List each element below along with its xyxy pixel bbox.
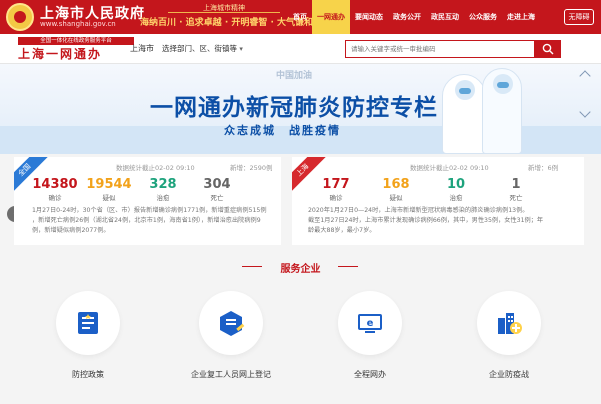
online-service-icon: e — [358, 314, 382, 333]
accessibility-button[interactable]: 无障碍 — [564, 9, 594, 25]
banner-tag: 中国加油 — [276, 71, 313, 81]
national-emblem-icon — [6, 3, 34, 31]
svg-text:e: e — [367, 318, 374, 329]
search-button[interactable] — [535, 40, 561, 58]
medical-worker-illustration — [442, 74, 486, 154]
stats-timestamp: 数据统计截止02-02 09:10 — [410, 164, 489, 172]
detail-line: 例，新增疑似病例2077例。 — [32, 227, 110, 234]
stat-label: 死亡 — [210, 194, 224, 202]
service-label: 企业复工人员网上登记 — [191, 370, 271, 379]
service-label: 全程网办 — [354, 370, 386, 379]
nav-item-home[interactable]: 首页 — [288, 0, 312, 34]
service-card-online[interactable]: e 全程网办 — [305, 291, 435, 380]
stat-confirmed: 14380 确诊 — [28, 177, 82, 203]
stat-value: 14380 — [32, 177, 78, 192]
detail-line: 1月27日0-24时，30个省（区、市）报告新增确诊病例1771例，新增重症病例… — [32, 207, 267, 214]
detail-line: 2020年1月27日0—24时，上海市新增新型冠状病毒感染的肺炎确诊病例13例。 — [308, 207, 529, 214]
service-label: 企业防疫战 — [489, 370, 529, 379]
service-card-policy[interactable]: 防控政策 — [23, 291, 153, 380]
stat-value: 19544 — [86, 177, 132, 192]
stat-cured: 328 治愈 — [136, 177, 190, 203]
nav-item-one-network[interactable]: 一网通办 — [312, 0, 350, 34]
stat-deaths: 304 死亡 — [190, 177, 244, 203]
shanghai-detail-text: 2020年1月27日0—24时，上海市新增新型冠状病毒感染的肺炎确诊病例13例。… — [308, 206, 543, 236]
nav-item-news[interactable]: 要闻动态 — [350, 0, 388, 34]
detail-line: 龄最大88岁，最小7岁。 — [308, 227, 376, 234]
stat-suspected: 168 疑似 — [366, 177, 426, 203]
resume-work-register-icon — [220, 311, 245, 336]
shanghai-stats-card: 上海 数据统计截止02-02 09:10 新增：6例 177 确诊 168 疑似 1… — [292, 157, 584, 245]
slogan-heading: 上海城市精神 — [168, 3, 280, 13]
stat-value: 177 — [322, 177, 350, 192]
stat-value: 304 — [203, 177, 231, 192]
nav-item-gov-affairs[interactable]: 政务公开 — [388, 0, 426, 34]
detail-line: ，新增死亡病例26例（湖北省24例，北京市1例，海南省1例），新增治愈出院病例9 — [32, 217, 261, 224]
stat-value: 10 — [446, 177, 466, 192]
search-input[interactable] — [345, 40, 535, 58]
nav-item-visit-shanghai[interactable]: 走进上海 — [502, 0, 540, 34]
search-icon — [542, 43, 554, 55]
national-detail-text: 1月27日0-24时，30个省（区、市）报告新增确诊病例1771例，新增重症病例… — [32, 206, 267, 236]
stats-timestamp: 数据统计截止02-02 09:10 — [116, 164, 195, 172]
stat-confirmed: 177 确诊 — [306, 177, 366, 203]
new-cases: 新增：2590例 — [230, 164, 273, 172]
policy-document-icon — [78, 312, 98, 334]
service-header: 全国一体化在线政务服务平台 上海一网通办 上海市 选择部门、区、街镇等 ▾ — [0, 34, 601, 64]
site-url: www.shanghai.gov.cn — [40, 20, 116, 28]
stat-label: 死亡 — [509, 194, 523, 202]
section-title: 服务企业 — [280, 264, 321, 275]
epidemic-banner[interactable]: 中国加油 一网通办新冠肺炎防控专栏 众志成城 战胜疫情 — [0, 64, 601, 154]
stat-label: 疑似 — [389, 194, 403, 202]
department-selector-label: 选择部门、区、街镇等 — [162, 44, 237, 53]
stat-label: 治愈 — [449, 194, 463, 202]
platform-tagline: 全国一体化在线政务服务平台 — [18, 37, 134, 45]
stat-value: 1 — [511, 177, 521, 192]
national-stats-card: 全国 数据统计截止02-02 09:10 新增：2590例 14380 确诊 19… — [14, 157, 281, 245]
title-divider — [338, 266, 358, 267]
stat-cured: 10 治愈 — [426, 177, 486, 203]
service-card-epidemic[interactable]: 企业防疫战 — [444, 291, 574, 380]
city-selector[interactable]: 上海市 — [130, 43, 154, 54]
enterprise-plus-icon — [498, 313, 522, 334]
medical-worker-illustration — [482, 68, 522, 154]
banner-subtitle: 众志成城 战胜疫情 — [224, 124, 341, 137]
detail-line: 截至1月27日24时，上海市累计发现确诊病例66例，其中，男性35例，女性31例… — [308, 217, 544, 224]
main-nav: 首页 一网通办 要闻动态 政务公开 政民互动 公众服务 走进上海 — [288, 0, 540, 34]
service-label: 防控政策 — [72, 370, 104, 379]
stat-label: 治愈 — [156, 194, 170, 202]
banner-prev-icon[interactable] — [579, 70, 591, 82]
stats-row: 177 确诊 168 疑似 10 治愈 1 死亡 — [306, 177, 546, 203]
one-network-logo[interactable]: 上海一网通办 — [18, 45, 102, 62]
nav-item-interaction[interactable]: 政民互动 — [426, 0, 464, 34]
chevron-down-icon: ▾ — [239, 45, 243, 53]
new-cases: 新增：6例 — [528, 164, 559, 172]
nav-item-public-service[interactable]: 公众服务 — [464, 0, 502, 34]
stat-label: 确诊 — [48, 194, 62, 202]
stat-label: 确诊 — [329, 194, 343, 202]
stat-value: 328 — [149, 177, 177, 192]
top-navigation-bar: 上海市人民政府 www.shanghai.gov.cn 上海城市精神 海纳百川 … — [0, 0, 601, 34]
banner-next-icon[interactable] — [579, 106, 591, 118]
service-card-resume-work[interactable]: 企业复工人员网上登记 — [166, 291, 296, 380]
banner-title: 一网通办新冠肺炎防控专栏 — [150, 95, 438, 121]
stat-value: 168 — [382, 177, 410, 192]
department-selector[interactable]: 选择部门、区、街镇等 ▾ — [162, 43, 243, 54]
stat-label: 疑似 — [102, 194, 116, 202]
stats-row: 14380 确诊 19544 疑似 328 治愈 304 死亡 — [28, 177, 244, 203]
stat-suspected: 19544 疑似 — [82, 177, 136, 203]
stat-deaths: 1 死亡 — [486, 177, 546, 203]
